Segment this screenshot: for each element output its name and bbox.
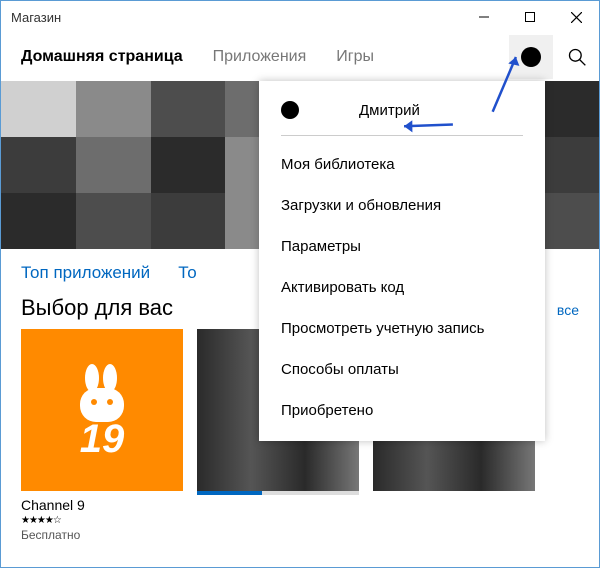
app-tile: 19 xyxy=(21,329,183,491)
category-top-apps[interactable]: Топ приложений xyxy=(21,263,150,283)
menu-item-redeem[interactable]: Активировать код xyxy=(259,267,545,308)
menu-user-name: Дмитрий xyxy=(359,102,420,119)
app-price: Бесплатно xyxy=(21,528,183,542)
user-dropdown-menu: Дмитрий Моя библиотека Загрузки и обновл… xyxy=(259,81,545,441)
search-button[interactable] xyxy=(555,35,599,79)
close-button[interactable] xyxy=(553,1,599,33)
svg-text:19: 19 xyxy=(80,417,125,460)
menu-item-downloads[interactable]: Загрузки и обновления xyxy=(259,185,545,226)
tab-home[interactable]: Домашняя страница xyxy=(21,38,183,76)
window-title: Магазин xyxy=(11,10,61,25)
tab-games[interactable]: Игры xyxy=(336,38,374,76)
menu-divider xyxy=(281,135,523,136)
tab-apps[interactable]: Приложения xyxy=(213,38,307,76)
download-progress xyxy=(197,491,359,495)
menu-item-purchased[interactable]: Приобретено xyxy=(259,390,545,431)
menu-item-library[interactable]: Моя библиотека xyxy=(259,144,545,185)
show-all-link[interactable]: все xyxy=(557,302,579,318)
window-controls xyxy=(461,1,599,33)
maximize-button[interactable] xyxy=(507,1,553,33)
menu-avatar-icon xyxy=(281,101,299,119)
menu-user-row[interactable]: Дмитрий xyxy=(259,95,545,135)
app-card-channel9[interactable]: 19 Channel 9 ★★★★☆ Бесплатно xyxy=(21,329,183,542)
app-rating: ★★★★☆ xyxy=(21,515,183,526)
menu-item-settings[interactable]: Параметры xyxy=(259,226,545,267)
channel9-logo-icon: 19 xyxy=(52,360,152,460)
category-partial[interactable]: То xyxy=(178,263,197,283)
search-icon xyxy=(567,47,587,67)
minimize-button[interactable] xyxy=(461,1,507,33)
app-name: Channel 9 xyxy=(21,497,183,513)
user-avatar-icon xyxy=(521,47,541,67)
top-nav: Домашняя страница Приложения Игры xyxy=(1,33,599,81)
user-avatar-button[interactable] xyxy=(509,35,553,79)
menu-item-account[interactable]: Просмотреть учетную запись xyxy=(259,308,545,349)
window-titlebar: Магазин xyxy=(1,1,599,33)
menu-item-payment[interactable]: Способы оплаты xyxy=(259,349,545,390)
